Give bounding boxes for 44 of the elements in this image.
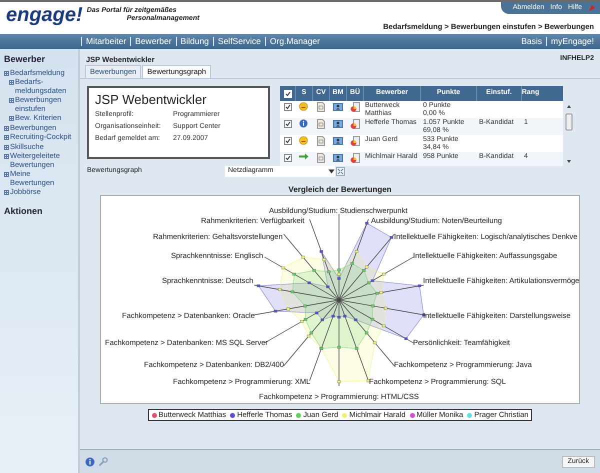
document-icon	[316, 136, 324, 146]
smiley-icon	[299, 102, 308, 111]
logo: engage!	[5, 3, 83, 28]
nav-link[interactable]: Basis	[521, 35, 542, 48]
expand-icon	[4, 70, 9, 76]
smiley-icon	[299, 136, 308, 145]
profile-folder-icon	[332, 153, 342, 162]
profile-folder-icon	[332, 136, 342, 145]
expand-icon	[9, 98, 14, 103]
card-title: JSP Webentwickler	[95, 91, 208, 108]
arrow-icon	[298, 153, 308, 160]
checkbox[interactable]	[284, 154, 292, 162]
nav-link[interactable]: Bildung	[180, 35, 209, 48]
pin-icon	[588, 4, 596, 12]
nav-link[interactable]: Org.Manager	[270, 35, 320, 48]
checkbox[interactable]	[284, 120, 292, 128]
scrollbar	[565, 104, 573, 164]
checkbox[interactable]	[284, 103, 292, 111]
expand-icon	[4, 135, 9, 140]
wrench-icon	[98, 456, 108, 466]
expand-icon	[4, 190, 9, 195]
nav-link[interactable]: myEngage!	[551, 35, 594, 48]
expand-icon	[4, 154, 9, 159]
sidebar-title: Bewerber	[4, 53, 46, 66]
chart-title: Vergleich der Bewertungen	[288, 184, 392, 195]
checkbox[interactable]	[284, 90, 292, 98]
document-icon	[316, 153, 324, 163]
expand-icon	[4, 144, 9, 150]
expand-icon	[9, 116, 14, 121]
info-icon	[85, 456, 95, 466]
expand-icon	[4, 172, 9, 177]
dropdown-caret-icon	[328, 168, 335, 174]
document-icon	[316, 119, 324, 129]
profile-folder-icon	[332, 119, 342, 128]
expand-icon	[4, 126, 9, 130]
expand-icon	[9, 80, 14, 85]
profile-folder-icon	[332, 102, 342, 111]
nav-link[interactable]: SelfService	[218, 35, 261, 48]
chart-document-icon	[350, 102, 360, 112]
checkbox[interactable]	[284, 137, 292, 145]
nav-link[interactable]: Mitarbeiter	[86, 35, 126, 48]
nav-link[interactable]: Bewerber	[135, 35, 172, 48]
document-icon	[316, 102, 324, 112]
sidebar-title: Aktionen	[4, 204, 44, 218]
